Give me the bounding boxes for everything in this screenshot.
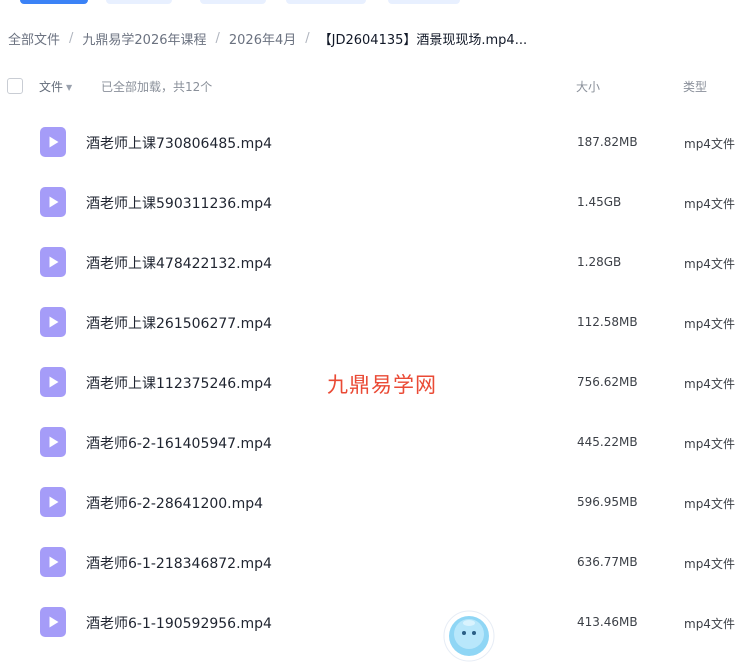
assistant-mascot-icon[interactable] (443, 610, 495, 662)
file-type: mp4文件 (684, 557, 735, 571)
video-file-icon (40, 367, 66, 397)
table-row[interactable]: 酒老师上课730806485.mp4 187.82MB mp4文件 (0, 112, 745, 172)
breadcrumb-current-folder: 【JD2604135】酒景现现场.mp4... (318, 32, 528, 48)
file-name[interactable]: 酒老师6-2-28641200.mp4 (86, 493, 263, 513)
breadcrumb-month-folder[interactable]: 2026年4月 (229, 29, 296, 48)
breadcrumb-separator: / (305, 30, 310, 46)
file-type: mp4文件 (684, 377, 735, 391)
file-list-header: 文件 ▼ 已全部加载，共12个 大小 类型 (0, 74, 745, 100)
file-name[interactable]: 酒老师上课590311236.mp4 (86, 193, 272, 213)
load-status-text: 已全部加载，共12个 (101, 80, 213, 94)
file-size: 596.95MB (577, 495, 638, 509)
file-size: 112.58MB (577, 315, 638, 329)
file-size: 1.45GB (577, 195, 622, 209)
sort-down-icon[interactable]: ▼ (66, 83, 72, 92)
file-size: 413.46MB (577, 615, 638, 629)
table-row[interactable]: 酒老师上课590311236.mp4 1.45GB mp4文件 (0, 172, 745, 232)
file-name[interactable]: 酒老师6-1-190592956.mp4 (86, 613, 272, 633)
video-file-icon (40, 127, 66, 157)
toolbar-new-folder-button[interactable] (106, 0, 172, 4)
file-name[interactable]: 酒老师6-1-218346872.mp4 (86, 553, 272, 573)
file-size: 636.77MB (577, 555, 638, 569)
column-type[interactable]: 类型 (683, 78, 707, 95)
file-size: 756.62MB (577, 375, 638, 389)
top-toolbar (0, 0, 745, 6)
file-type: mp4文件 (684, 317, 735, 331)
watermark-text: 九鼎易学网 (327, 373, 437, 397)
file-name[interactable]: 酒老师上课112375246.mp4 (86, 373, 272, 393)
breadcrumb-all-files[interactable]: 全部文件 (8, 29, 60, 48)
breadcrumb-course-folder[interactable]: 九鼎易学2026年课程 (82, 29, 206, 48)
file-type: mp4文件 (684, 617, 735, 631)
file-name[interactable]: 酒老师上课730806485.mp4 (86, 133, 272, 153)
file-type: mp4文件 (684, 137, 735, 151)
toolbar-share-button[interactable] (286, 0, 366, 4)
video-file-icon (40, 607, 66, 637)
video-file-icon (40, 427, 66, 457)
file-size: 187.82MB (577, 135, 638, 149)
file-name[interactable]: 酒老师6-2-161405947.mp4 (86, 433, 272, 453)
file-type: mp4文件 (684, 497, 735, 511)
breadcrumb-separator: / (215, 30, 220, 46)
table-row[interactable]: 酒老师上课261506277.mp4 112.58MB mp4文件 (0, 292, 745, 352)
file-name[interactable]: 酒老师上课261506277.mp4 (86, 313, 272, 333)
breadcrumb: 全部文件 / 九鼎易学2026年课程 / 2026年4月 / 【JD260413… (8, 28, 527, 48)
breadcrumb-separator: / (69, 30, 74, 46)
video-file-icon (40, 187, 66, 217)
column-size[interactable]: 大小 (576, 78, 600, 95)
toolbar-upload-button[interactable] (20, 0, 88, 4)
table-row[interactable]: 酒老师6-2-28641200.mp4 596.95MB mp4文件 (0, 472, 745, 532)
video-file-icon (40, 547, 66, 577)
file-name[interactable]: 酒老师上课478422132.mp4 (86, 253, 272, 273)
file-type: mp4文件 (684, 197, 735, 211)
file-size: 1.28GB (577, 255, 622, 269)
file-type: mp4文件 (684, 437, 735, 451)
video-file-icon (40, 247, 66, 277)
file-type: mp4文件 (684, 257, 735, 271)
table-row[interactable]: 酒老师上课478422132.mp4 1.28GB mp4文件 (0, 232, 745, 292)
video-file-icon (40, 487, 66, 517)
table-row[interactable]: 酒老师6-1-218346872.mp4 636.77MB mp4文件 (0, 532, 745, 592)
column-file-label: 文件 (39, 80, 64, 94)
select-all-checkbox[interactable] (7, 78, 23, 94)
column-file-name[interactable]: 文件 ▼ (39, 78, 72, 95)
toolbar-download-button[interactable] (200, 0, 266, 4)
toolbar-more-button[interactable] (388, 0, 460, 4)
table-row[interactable]: 酒老师6-1-190592956.mp4 413.46MB mp4文件 (0, 592, 745, 652)
table-row[interactable]: 酒老师6-2-161405947.mp4 445.22MB mp4文件 (0, 412, 745, 472)
file-size: 445.22MB (577, 435, 638, 449)
video-file-icon (40, 307, 66, 337)
